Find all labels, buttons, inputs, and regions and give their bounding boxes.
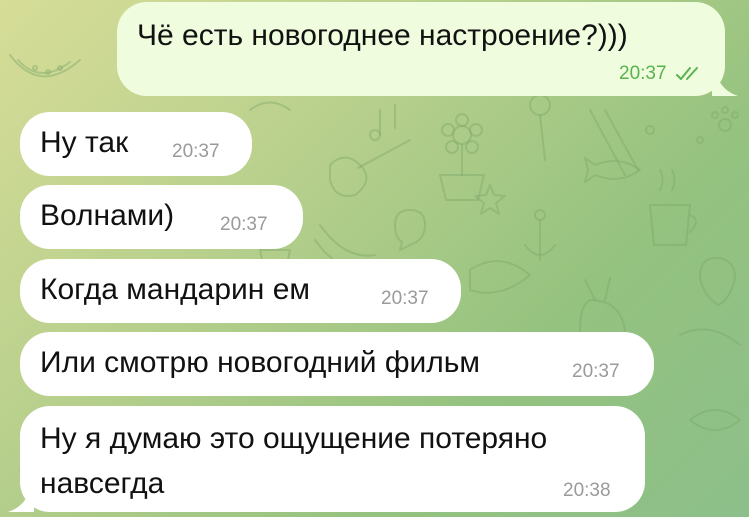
message-text: Волнами) [40,199,175,232]
message-bubble-incoming[interactable]: Ну я думаю это ощущение потеряно навсегд… [20,406,645,512]
message-time: 20:37 [619,63,667,84]
message-time: 20:38 [563,480,611,501]
message-time: 20:37 [220,214,268,235]
double-check-read-icon [676,67,698,80]
message-text: Или смотрю новогодний фильм [40,346,481,379]
message-bubble-incoming[interactable]: Ну так 20:37 [20,112,252,176]
message-time: 20:37 [572,361,620,382]
message-bubble-outgoing[interactable]: Чё есть новогоднее настроение?))) 20:37 [117,2,725,96]
message-text: Чё есть новогоднее настроение?))) [137,19,628,52]
message-time: 20:37 [172,141,220,162]
chat-background: Чё есть новогоднее настроение?))) 20:37 … [0,0,749,517]
message-text-line-2: навсегда [40,467,165,500]
outgoing-bubble-tail [712,72,738,96]
message-bubble-incoming[interactable]: Или смотрю новогодний фильм 20:37 [20,332,654,396]
message-text: Когда мандарин ем [40,273,310,306]
message-bubble-incoming[interactable]: Когда мандарин ем 20:37 [20,259,461,323]
message-time: 20:37 [381,288,429,309]
message-text-line-1: Ну я думаю это ощущение потеряно [40,422,548,455]
incoming-bubble-tail [8,488,34,512]
message-text: Ну так [40,126,129,159]
message-bubble-incoming[interactable]: Волнами) 20:37 [20,185,303,249]
